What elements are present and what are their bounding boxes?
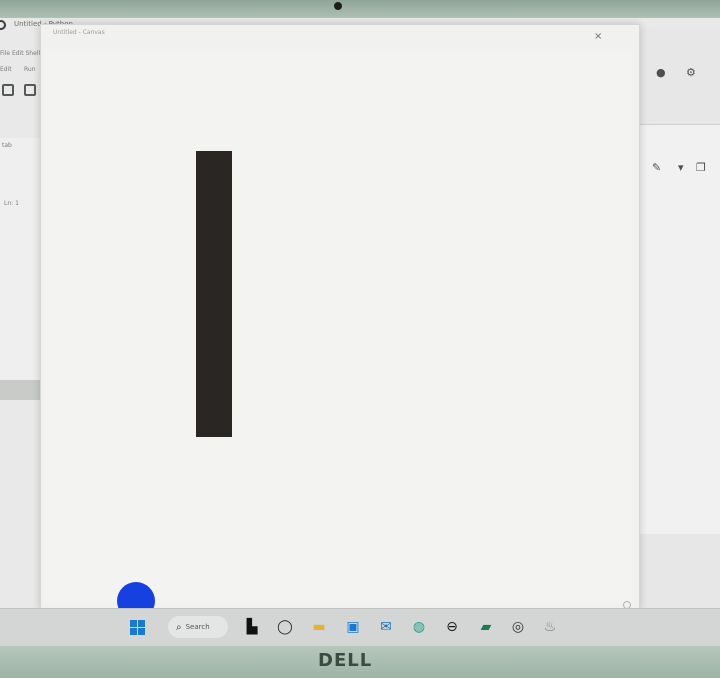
taskbar-search[interactable]: ⌕ Search xyxy=(168,616,228,638)
toolbar-tool-icon[interactable] xyxy=(2,84,14,96)
taskbar: ⌕ Search ▙ ◯ ▬ ▣ ✉ ◍ ⊖ ▰ ◎ ♨ xyxy=(0,608,720,646)
background-menu-edit[interactable]: Edit xyxy=(0,66,12,73)
black-rectangle xyxy=(196,151,232,437)
panel-splitter[interactable] xyxy=(0,380,44,400)
edge-icon[interactable]: ◍ xyxy=(409,617,429,637)
settings-icon[interactable]: ⚙ xyxy=(686,66,696,79)
screen: Untitled - Python File Edit Shell Edit R… xyxy=(0,18,720,646)
search-label: Search xyxy=(185,623,210,631)
panel-tab[interactable]: tab xyxy=(2,142,12,149)
chrome-icon[interactable]: ◎ xyxy=(508,617,528,637)
pen-icon[interactable]: ✎ xyxy=(652,161,661,174)
background-menu-run[interactable]: Run xyxy=(24,66,36,73)
drawing-canvas[interactable] xyxy=(45,49,633,609)
panel-text: Ln: 1 xyxy=(4,200,19,207)
start-icon[interactable] xyxy=(127,617,147,637)
mail-icon[interactable]: ✉ xyxy=(376,617,396,637)
file-explorer-icon[interactable]: ▬ xyxy=(309,617,329,637)
background-side-panel: tab Ln: 1 xyxy=(0,138,44,388)
app-icon xyxy=(0,20,6,30)
close-icon[interactable]: × xyxy=(594,31,602,42)
chat-icon[interactable]: ◯ xyxy=(275,617,295,637)
background-menu-line: File Edit Shell xyxy=(0,50,41,57)
task-view-icon[interactable]: ▙ xyxy=(242,617,262,637)
pin-icon[interactable]: ● xyxy=(656,66,666,79)
teams-icon[interactable]: ▰ xyxy=(476,617,496,637)
webcam xyxy=(334,2,342,10)
search-icon: ⌕ xyxy=(176,621,182,633)
toolbar-tool-icon[interactable] xyxy=(24,84,36,96)
store-icon[interactable]: ▣ xyxy=(343,617,363,637)
canvas-window-title: Untitled - Canvas xyxy=(53,29,105,36)
chevron-down-icon[interactable]: ▾ xyxy=(678,161,684,174)
python-icon[interactable]: ♨ xyxy=(540,617,560,637)
brand-logo: DELL xyxy=(318,650,373,671)
copy-icon[interactable]: ❐ xyxy=(696,161,706,174)
canvas-window: Untitled - Canvas × xyxy=(40,24,640,610)
dell-icon[interactable]: ⊖ xyxy=(442,617,462,637)
